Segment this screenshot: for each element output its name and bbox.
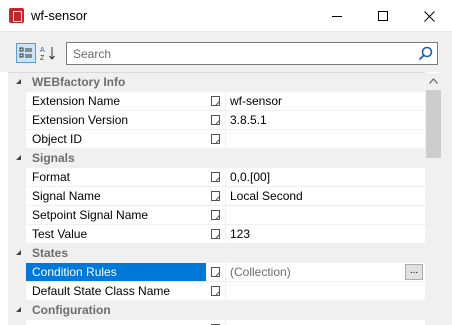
search-box (66, 42, 438, 65)
categorized-view-icon (19, 47, 32, 58)
property-value[interactable]: Local Second (230, 189, 303, 203)
close-button[interactable] (406, 0, 452, 32)
property-name: Signal Name (32, 189, 101, 203)
maximize-button[interactable] (360, 0, 406, 32)
edit-note-icon (211, 191, 220, 201)
title-bar: wf-sensor (0, 0, 452, 32)
edit-note-icon (211, 172, 220, 182)
edit-note-icon (211, 210, 220, 220)
property-name: Condition Rules (26, 263, 206, 281)
svg-text:A: A (40, 47, 45, 54)
collapse-triangle-icon[interactable] (15, 78, 22, 85)
edit-note-icon (211, 229, 220, 239)
scroll-up-arrow-icon[interactable] (429, 78, 438, 84)
window-title: wf-sensor (31, 8, 88, 23)
property-value[interactable]: 123 (230, 227, 250, 241)
property-row-format[interactable]: Format 0,0.[00] (8, 168, 425, 187)
alphabetical-sort-button[interactable]: A Z (38, 43, 58, 63)
property-name: Test Value (32, 227, 88, 241)
property-row-partial[interactable] (8, 320, 425, 325)
category-row-states[interactable]: States (8, 244, 425, 263)
property-row-object-id[interactable]: Object ID (8, 130, 425, 149)
property-value[interactable]: wf-sensor (230, 94, 282, 108)
property-row-extension-version[interactable]: Extension Version 3.8.5.1 (8, 111, 425, 130)
category-label: Signals (32, 151, 75, 165)
app-icon (9, 8, 24, 23)
property-name: Object ID (32, 132, 83, 146)
collapse-triangle-icon[interactable] (15, 154, 22, 161)
property-value[interactable]: 3.8.5.1 (230, 113, 267, 127)
property-value[interactable]: (Collection) (230, 265, 291, 279)
search-input[interactable] (73, 43, 403, 64)
property-row-test-value[interactable]: Test Value 123 (8, 225, 425, 244)
property-name: Format (32, 170, 71, 184)
category-label: States (32, 246, 69, 260)
property-grid: WEBfactory Info Extension Name wf-sensor… (8, 72, 425, 325)
minimize-icon (332, 15, 342, 17)
category-row-configuration[interactable]: Configuration (8, 301, 425, 320)
property-name: Extension Name (32, 94, 121, 108)
search-icon[interactable] (418, 46, 433, 61)
vertical-scrollbar[interactable] (425, 73, 442, 325)
close-icon (423, 10, 435, 22)
window-edge (442, 72, 452, 325)
edit-note-icon (211, 286, 220, 296)
minimize-button[interactable] (314, 0, 360, 32)
property-name: Extension Version (32, 113, 129, 127)
edit-note-icon (211, 115, 220, 125)
categorized-view-button[interactable] (16, 43, 36, 63)
property-row-condition-rules[interactable]: Condition Rules (Collection) ... (8, 263, 425, 282)
property-row-signal-name[interactable]: Signal Name Local Second (8, 187, 425, 206)
property-row-default-state-class-name[interactable]: Default State Class Name (8, 282, 425, 301)
property-value[interactable]: 0,0.[00] (230, 170, 270, 184)
property-row-extension-name[interactable]: Extension Name wf-sensor (8, 92, 425, 111)
collapse-triangle-icon[interactable] (15, 306, 22, 313)
property-name: Default State Class Name (32, 284, 171, 298)
category-row-webfactory-info[interactable]: WEBfactory Info (8, 73, 425, 92)
property-name: Setpoint Signal Name (32, 208, 149, 222)
category-label: Configuration (32, 303, 111, 317)
property-row-setpoint-signal-name[interactable]: Setpoint Signal Name (8, 206, 425, 225)
svg-text:Z: Z (40, 55, 45, 61)
category-row-signals[interactable]: Signals (8, 149, 425, 168)
collapse-triangle-icon[interactable] (15, 249, 22, 256)
collection-editor-button[interactable]: ... (405, 264, 423, 280)
edit-note-icon (211, 96, 220, 106)
scrollbar-thumb[interactable] (426, 90, 441, 158)
edit-note-icon (211, 267, 220, 277)
edit-note-icon (211, 134, 220, 144)
category-label: WEBfactory Info (32, 75, 126, 89)
maximize-icon (378, 11, 388, 21)
alphabetical-sort-icon: A Z (40, 47, 55, 61)
